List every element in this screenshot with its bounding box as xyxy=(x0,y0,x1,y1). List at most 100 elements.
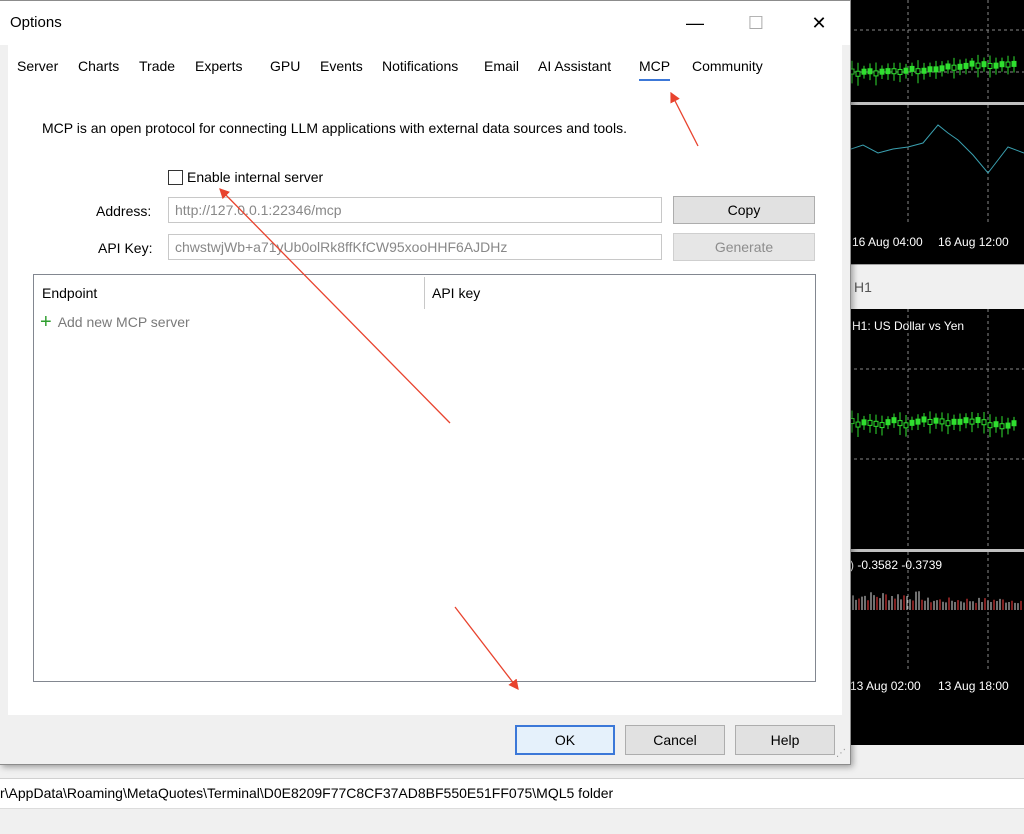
resize-grip-icon[interactable]: ⋰ xyxy=(836,749,848,763)
chart-candle-body xyxy=(879,422,885,429)
chart-candle-body xyxy=(963,417,969,424)
chart-candle-body xyxy=(951,64,957,71)
chart-candle-body xyxy=(1005,61,1011,68)
chart-candle-body xyxy=(957,63,963,70)
tab-notifications[interactable]: Notifications xyxy=(382,58,458,74)
tab-email[interactable]: Email xyxy=(484,58,519,74)
enable-server-checkbox[interactable] xyxy=(168,169,183,185)
chart1-price-panel[interactable] xyxy=(848,0,1024,102)
chart-candle-body xyxy=(855,70,861,77)
cancel-button[interactable]: Cancel xyxy=(625,725,725,755)
chart2-price-panel[interactable]: H1: US Dollar vs Yen xyxy=(848,309,1024,549)
tab-trade[interactable]: Trade xyxy=(139,58,175,74)
copy-button[interactable]: Copy xyxy=(673,196,815,224)
column-header-endpoint[interactable]: Endpoint xyxy=(42,285,97,301)
tab-ai-assistant[interactable]: AI Assistant xyxy=(538,58,611,74)
chart-candle-body xyxy=(897,68,903,75)
chart-candle-body xyxy=(891,68,897,75)
chart-candle-body xyxy=(921,416,927,423)
chart-candle-body xyxy=(969,60,975,67)
chart-candle-body xyxy=(975,417,981,424)
options-dialog: Options — ☐ ✕ Server Charts Trade Expert… xyxy=(0,0,851,765)
chart-candle-body xyxy=(891,417,897,424)
mcp-settings-panel: MCP is an open protocol for connecting L… xyxy=(8,95,842,715)
folder-path-text: r\AppData\Roaming\MetaQuotes\Terminal\D0… xyxy=(0,785,614,801)
tab-server[interactable]: Server xyxy=(17,58,58,74)
chart-candle-body xyxy=(933,417,939,424)
api-key-field[interactable] xyxy=(168,234,662,260)
ok-button[interactable]: OK xyxy=(515,725,615,755)
enable-server-option[interactable]: Enable internal server xyxy=(168,169,323,185)
chart-candle-body xyxy=(993,421,999,428)
chart1-indicator-line xyxy=(848,105,1024,225)
tab-mcp[interactable]: MCP xyxy=(639,58,671,81)
folder-path-bar: r\AppData\Roaming\MetaQuotes\Terminal\D0… xyxy=(0,778,1024,809)
close-icon: ✕ xyxy=(811,12,827,33)
chart-candle-body xyxy=(1011,420,1017,427)
dialog-title: Options xyxy=(10,14,62,31)
chart2-title: H1 xyxy=(854,279,872,295)
minimize-button[interactable]: — xyxy=(672,1,718,45)
chart2-indicator-values: ) -0.3582 -0.3739 xyxy=(850,558,943,572)
chart-candle-body xyxy=(921,67,927,74)
chart-candle-body xyxy=(903,422,909,429)
chart-candle-body xyxy=(945,63,951,70)
chart-candle-body xyxy=(981,419,987,426)
chart2-candles xyxy=(848,309,1024,549)
chart-candle-body xyxy=(963,62,969,69)
address-label: Address: xyxy=(96,203,152,219)
chart1-time-label: 16 Aug 12:00 xyxy=(938,235,1009,249)
chart-candle-body xyxy=(975,62,981,69)
chart-candle-body xyxy=(909,65,915,72)
add-mcp-server-label: Add new MCP server xyxy=(57,314,190,330)
chart-candle-body xyxy=(987,62,993,69)
chart-candle-body xyxy=(951,418,957,425)
chart-candle-body xyxy=(855,421,861,428)
chart-candle-body xyxy=(867,68,873,75)
mcp-server-list[interactable]: Endpoint API key + Add new MCP server xyxy=(33,274,816,682)
chart-candle-body xyxy=(957,418,963,425)
help-button[interactable]: Help xyxy=(735,725,835,755)
chart-candle-body xyxy=(909,419,915,426)
chart-candle-body xyxy=(999,61,1005,68)
chart-candle-body xyxy=(927,66,933,73)
chart-candle-body xyxy=(939,418,945,425)
tab-experts[interactable]: Experts xyxy=(195,58,242,74)
chart-candle-body xyxy=(915,68,921,75)
address-field[interactable] xyxy=(168,197,662,223)
chart2-time-label: 13 Aug 18:00 xyxy=(938,679,1009,693)
chart2-caption: H1: US Dollar vs Yen xyxy=(852,319,965,333)
chart-candle-body xyxy=(915,418,921,425)
chart1-indicator-panel[interactable] xyxy=(848,105,1024,225)
add-mcp-server-row[interactable]: + Add new MCP server xyxy=(40,312,190,332)
chart-candle-body xyxy=(981,61,987,68)
tab-gpu[interactable]: GPU xyxy=(270,58,300,74)
maximize-button[interactable]: ☐ xyxy=(733,1,779,45)
chart-candle-body xyxy=(885,419,891,426)
status-strip xyxy=(0,808,1024,834)
chart2-indicator-panel[interactable]: ) -0.3582 -0.3739 xyxy=(848,552,1024,672)
chart1-candles xyxy=(848,0,1024,102)
tab-charts[interactable]: Charts xyxy=(78,58,119,74)
column-divider[interactable] xyxy=(424,277,425,309)
dialog-titlebar[interactable]: Options — ☐ ✕ xyxy=(0,1,850,45)
enable-server-label: Enable internal server xyxy=(187,169,324,185)
chart-candle-body xyxy=(873,420,879,427)
tab-events[interactable]: Events xyxy=(320,58,363,74)
chart-candle-body xyxy=(993,62,999,69)
chart-candle-body xyxy=(987,422,993,429)
tab-community[interactable]: Community xyxy=(692,58,763,74)
chart-candle-body xyxy=(969,418,975,425)
chart-candle-body xyxy=(861,419,867,426)
close-button[interactable]: ✕ xyxy=(796,1,842,45)
chart-candle-body xyxy=(867,419,873,426)
mcp-description: MCP is an open protocol for connecting L… xyxy=(42,120,627,136)
column-header-api-key[interactable]: API key xyxy=(432,285,480,301)
chart-candle-body xyxy=(879,68,885,75)
chart-candle-body xyxy=(1011,60,1017,67)
chart-candle-body xyxy=(903,67,909,74)
chart-candle-body xyxy=(999,423,1005,430)
chart-candle-body xyxy=(897,420,903,427)
chart-candle-body xyxy=(927,418,933,425)
chart2-window-title[interactable]: H1 xyxy=(848,264,1024,309)
